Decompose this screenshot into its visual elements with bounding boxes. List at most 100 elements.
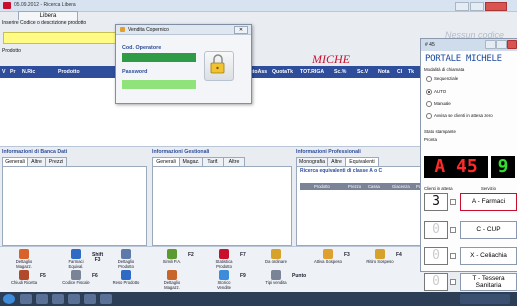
professionali-panel: Ricerca equivalenti di classe A o C Prod… — [296, 166, 428, 246]
toolbar-icon-0 — [19, 249, 29, 259]
minimize-button[interactable] — [455, 2, 469, 11]
service-button-2[interactable]: X - Celiachia — [460, 247, 517, 265]
portale-window: # 45 PORTALE MICHELE Modalità di chiamat… — [420, 38, 517, 291]
col-sc-v[interactable]: Sc.V — [357, 69, 368, 75]
portale-window-title: # 45 — [425, 42, 435, 48]
mode-label-3: Avvisa se clienti in attesa zero — [434, 112, 493, 118]
search-label: Inserire Codice o descrizione prodotto — [2, 20, 87, 26]
start-button[interactable] — [3, 294, 15, 304]
tab-libera[interactable]: Libera — [18, 11, 78, 20]
service-button-0[interactable]: A - Farmaci — [460, 193, 517, 211]
maximize-button[interactable] — [470, 2, 484, 11]
toolbar-button-0[interactable]: Dettaglio Magazz. — [10, 249, 38, 269]
service-count-2: 0 — [424, 247, 448, 265]
toolbar-shortcut: F4 — [396, 252, 402, 258]
eq-col-cassa[interactable]: Cassa — [368, 184, 380, 189]
login-dialog: Vendita Copernico ✕ Cod. Operatore Passw… — [115, 24, 252, 104]
toolbar-button-3[interactable]: Simili P.A. F2 — [158, 249, 194, 265]
mode-radio-0[interactable] — [426, 76, 432, 82]
gestionali-panel — [152, 166, 292, 246]
col-cl[interactable]: Cl — [397, 69, 402, 75]
col-totriga[interactable]: TOT.RIGA — [300, 69, 324, 75]
dialog-app-icon — [120, 27, 125, 32]
toolbar-icon-8 — [19, 270, 29, 280]
toolbar-label: Storico Vendite — [217, 280, 231, 290]
toolbar-button-11[interactable]: Dettaglio Magazz. — [158, 270, 186, 290]
col-tk[interactable]: Tk — [408, 69, 414, 75]
queue-extra-display: 9 — [491, 156, 515, 178]
col-prodotto[interactable]: Prodotto — [58, 69, 80, 75]
taskbar-app-1[interactable] — [20, 294, 32, 304]
toolbar-label: Tipi vendita — [265, 280, 287, 285]
col-nric[interactable]: N.Ric — [22, 69, 35, 75]
toolbar-shortcut: F5 — [40, 273, 46, 279]
taskbar-app-5[interactable] — [84, 294, 96, 304]
taskbar-app-6[interactable] — [100, 294, 112, 304]
dialog-close-icon[interactable]: ✕ — [234, 26, 248, 34]
password-input[interactable] — [122, 80, 196, 89]
service-checkbox-0[interactable] — [450, 199, 456, 205]
toolbar-button-10[interactable]: Reso Prodotto — [112, 270, 140, 286]
clienti-attesa-label: Clienti in attesa — [424, 186, 453, 191]
mode-label-1: AUTO — [434, 88, 447, 94]
toolbar-icon-12 — [219, 270, 229, 280]
service-checkbox-2[interactable] — [450, 253, 456, 259]
mode-radio-2[interactable] — [426, 101, 432, 107]
toolbar-button-2[interactable]: Dettaglio Prodotto — [112, 249, 140, 269]
toolbar-button-9[interactable]: Codice Fiscale F6 — [62, 270, 98, 286]
portale-close-button[interactable] — [507, 40, 517, 49]
portale-title: PORTALE MICHELE — [425, 54, 502, 64]
toolbar-button-1[interactable]: Farmaci Equival. Shift F3 — [62, 249, 103, 269]
toolbar-button-5[interactable]: Da ordinare — [262, 249, 290, 265]
toolbar-button-7[interactable]: Ritiro Sospeso F4 — [366, 249, 402, 265]
key-lock-icon — [204, 51, 234, 81]
portale-maximize-button[interactable] — [496, 40, 507, 49]
toolbar-icon-6 — [323, 249, 333, 259]
toolbar-shortcut: F9 — [240, 273, 246, 279]
eq-col-giacenza[interactable]: Giacenza — [392, 184, 410, 189]
equivalenti-header: Prodotto Prezzo Cassa Giacenza Pa — [300, 183, 422, 190]
ricerca-equivalenti-label: Ricerca equivalenti di classe A o C — [300, 168, 383, 174]
col-sc-perc[interactable]: Sc.% — [334, 69, 346, 75]
service-button-1[interactable]: C - CUP — [460, 221, 517, 239]
taskbar-app-4[interactable] — [68, 294, 80, 304]
portale-minimize-button[interactable] — [485, 40, 496, 49]
taskbar-app-3[interactable] — [52, 294, 64, 304]
close-button[interactable] — [485, 2, 507, 11]
mode-radio-3[interactable] — [426, 113, 432, 119]
toolbar-button-8[interactable]: Chiudi Ricetta F5 — [10, 270, 46, 286]
gestionali-title: Informazioni Gestionali — [152, 149, 210, 155]
col-nota[interactable]: Nota — [378, 69, 390, 75]
prodotto-label: Prodotto — [2, 48, 21, 54]
toolbar-button-13[interactable]: Tipi vendita Punto — [262, 270, 306, 286]
toolbar-shortcut: Shift F3 — [92, 252, 104, 263]
portale-titlebar: # 45 — [421, 39, 517, 51]
col-quotatk[interactable]: QuotaTk — [272, 69, 293, 75]
stato-stampante-value: Pronta — [424, 137, 437, 142]
service-checkbox-3[interactable] — [450, 279, 456, 285]
gestionali-tabs: Generali Magaz. Tarif. Altre — [152, 157, 292, 167]
operatore-input[interactable] — [122, 53, 196, 62]
toolbar-button-12[interactable]: Storico Vendite F9 — [210, 270, 246, 290]
eq-col-prodotto[interactable]: Prodotto — [314, 184, 330, 189]
service-count-1: 0 — [424, 221, 448, 239]
toolbar-shortcut: F3 — [344, 252, 350, 258]
login-dialog-titlebar: Vendita Copernico ✕ — [116, 25, 251, 35]
toolbar-button-6[interactable]: Attiva Sospeso F3 — [314, 249, 350, 265]
toolbar-icon-1 — [71, 249, 81, 259]
professionali-tabs: Monografia Altre Equivalenti — [296, 157, 426, 167]
mode-radio-1[interactable] — [426, 89, 432, 95]
password-label: Password — [122, 69, 148, 75]
col-v[interactable]: V — [2, 69, 5, 75]
banca-dati-panel — [2, 166, 147, 246]
service-button-3[interactable]: T - Tessera Sanitaria — [460, 273, 517, 291]
toolbar-shortcut: F6 — [92, 273, 98, 279]
toolbar-icon-4 — [219, 249, 229, 259]
eq-col-prezzo[interactable]: Prezzo — [348, 184, 361, 189]
service-checkbox-1[interactable] — [450, 227, 456, 233]
stato-stampante-label: Stato stampante — [424, 129, 456, 134]
col-pr[interactable]: Pr — [10, 69, 15, 75]
taskbar-app-2[interactable] — [36, 294, 48, 304]
toolbar-button-4[interactable]: Statistica Prodotto F7 — [210, 249, 246, 269]
toolbar-label: Dettaglio Magazz. — [15, 259, 33, 269]
